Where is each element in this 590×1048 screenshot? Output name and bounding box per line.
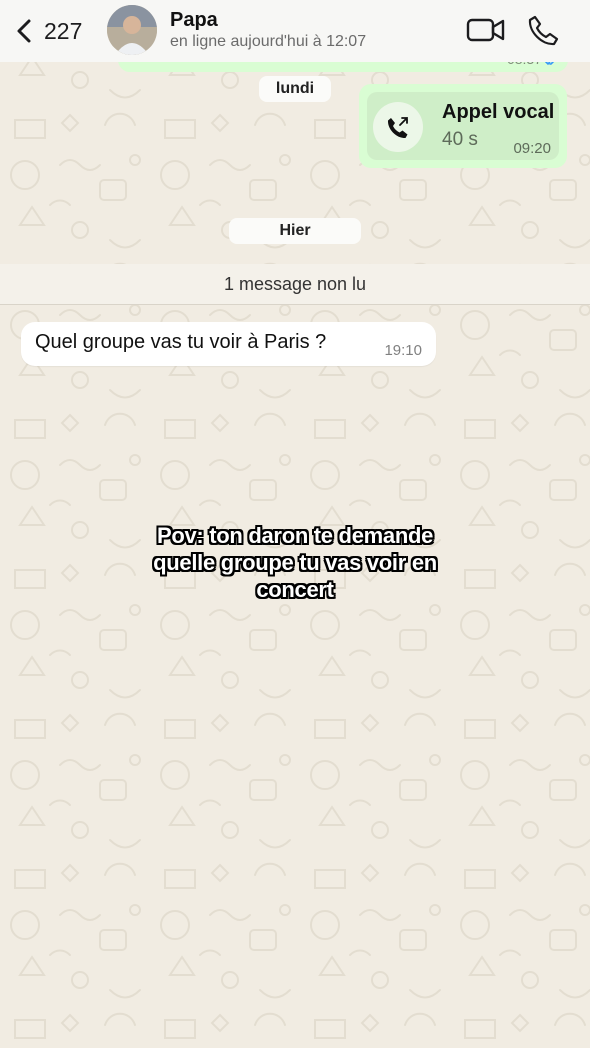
outgoing-call-icon [387,117,408,139]
overlay-caption: Pov: ton daron te demande quelle groupe … [0,522,590,603]
voice-call-message[interactable]: Appel vocal 40 s 09:20 [359,84,567,168]
back-button[interactable]: 227 [14,14,94,48]
call-icon-circle [373,102,423,152]
call-duration: 40 s [442,129,478,150]
caption-line: Pov: ton daron te demande [156,523,434,548]
message-time: 19:10 [384,342,422,359]
chat-header: 227 Papa en ligne aujourd'hui à 12:07 [0,0,590,62]
call-title: Appel vocal [442,101,555,123]
unread-chats-count: 227 [44,17,83,44]
unread-separator: 1 message non lu [0,264,590,305]
video-call-icon[interactable] [466,16,506,44]
contact-name[interactable]: Papa [170,9,218,32]
day-separator: Hier [229,218,361,244]
caption-line: quelle groupe tu vas voir en [153,550,437,575]
message-time: 09:20 [513,140,551,157]
incoming-message[interactable]: Quel groupe vas tu voir à Paris ? 19:10 [21,322,436,366]
chevron-left-icon [17,19,31,43]
contact-status: en ligne aujourd'hui à 12:07 [170,33,367,50]
contact-avatar[interactable] [107,5,157,55]
day-separator: lundi [259,76,331,102]
message-text: Quel groupe vas tu voir à Paris ? [35,331,327,353]
caption-line: concert [256,577,334,602]
phone-icon[interactable] [527,14,559,46]
